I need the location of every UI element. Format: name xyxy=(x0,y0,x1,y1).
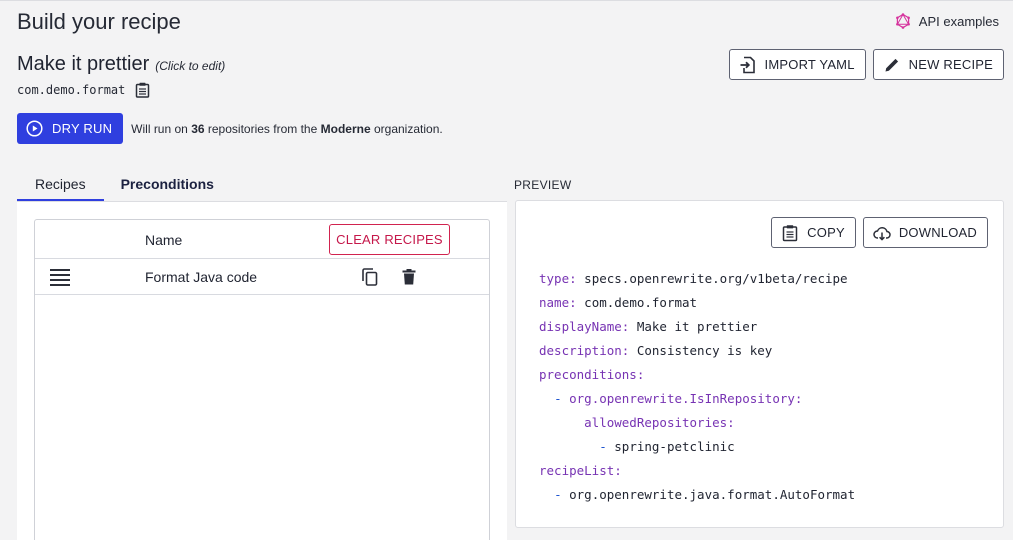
yaml-line: name: com.demo.format xyxy=(539,291,855,315)
yaml-key: recipeList: xyxy=(539,463,622,478)
yaml-value: Consistency is key xyxy=(629,343,773,358)
preview-panel: COPY DOWNLOAD type: specs.openrewrite.or… xyxy=(515,200,1004,528)
yaml-key: description: xyxy=(539,343,630,358)
organization-name: Moderne xyxy=(320,121,371,136)
recipe-id: com.demo.format xyxy=(17,83,126,97)
download-button[interactable]: DOWNLOAD xyxy=(862,217,988,248)
yaml-key: org.openrewrite.IsInRepository: xyxy=(569,391,803,406)
import-icon xyxy=(740,56,755,73)
dry-run-note-middle: repositories from the xyxy=(207,121,318,136)
pencil-icon xyxy=(885,58,898,71)
yaml-line: displayName: Make it prettier xyxy=(539,315,855,339)
import-yaml-label: IMPORT YAML xyxy=(764,57,855,72)
yaml-dash: - xyxy=(554,487,570,502)
yaml-value: org.openrewrite.java.format.AutoFormat xyxy=(569,487,856,502)
yaml-key: name: xyxy=(539,295,577,310)
yaml-line: type: specs.openrewrite.org/v1beta/recip… xyxy=(539,267,855,291)
dry-run-note-suffix: organization. xyxy=(373,121,443,136)
new-recipe-label: NEW RECIPE xyxy=(908,57,993,72)
copy-button[interactable]: COPY xyxy=(771,217,856,248)
recipes-panel: Name CLEAR RECIPES Format Java code xyxy=(17,201,507,540)
tab-recipes[interactable]: Recipes xyxy=(17,171,104,201)
recipe-title[interactable]: Make it prettier xyxy=(17,53,149,76)
yaml-line: - org.openrewrite.java.format.AutoFormat xyxy=(539,483,855,507)
download-label: DOWNLOAD xyxy=(898,225,977,240)
play-circle-icon xyxy=(26,120,43,137)
copy-label: COPY xyxy=(807,225,845,240)
repository-count: 36 xyxy=(191,121,205,136)
yaml-line: recipeList: xyxy=(539,459,855,483)
yaml-line: - org.openrewrite.IsInRepository: xyxy=(539,387,855,411)
cloud-download-icon xyxy=(873,226,891,241)
yaml-value: com.demo.format xyxy=(576,295,698,310)
clipboard-icon xyxy=(782,224,798,241)
column-header-name: Name xyxy=(145,232,183,248)
recipe-tabs: Recipes Preconditions xyxy=(17,171,507,201)
clear-recipes-button[interactable]: CLEAR RECIPES xyxy=(329,224,450,255)
api-examples-label: API examples xyxy=(918,13,999,29)
table-header: Name CLEAR RECIPES xyxy=(35,220,489,259)
dry-run-note: Will run on 36 repositories from the Mod… xyxy=(131,122,443,136)
yaml-value: Make it prettier xyxy=(629,319,758,334)
yaml-key: preconditions: xyxy=(539,367,645,382)
dry-run-label: DRY RUN xyxy=(52,121,113,136)
yaml-preview: type: specs.openrewrite.org/v1beta/recip… xyxy=(539,267,855,507)
tab-preconditions[interactable]: Preconditions xyxy=(104,171,232,201)
new-recipe-button[interactable]: NEW RECIPE xyxy=(872,49,1004,80)
preview-label: PREVIEW xyxy=(514,178,572,192)
yaml-dash: - xyxy=(599,439,615,454)
click-to-edit-hint: (Click to edit) xyxy=(155,59,226,73)
graphql-icon xyxy=(895,13,910,29)
copy-icon[interactable] xyxy=(360,267,380,287)
trash-icon[interactable] xyxy=(399,267,419,287)
yaml-dash: - xyxy=(554,391,570,406)
recipe-id-row: com.demo.format xyxy=(17,82,150,98)
recipes-table: Name CLEAR RECIPES Format Java code xyxy=(34,219,490,540)
yaml-line: description: Consistency is key xyxy=(539,339,855,363)
recipe-row-name: Format Java code xyxy=(145,269,258,285)
drag-handle-icon[interactable] xyxy=(50,269,70,286)
yaml-value: specs.openrewrite.org/v1beta/recipe xyxy=(576,271,848,286)
page-title: Build your recipe xyxy=(17,9,181,34)
clipboard-icon[interactable] xyxy=(135,82,150,98)
recipe-actions: IMPORT YAML NEW RECIPE xyxy=(728,49,1004,80)
import-yaml-button[interactable]: IMPORT YAML xyxy=(728,49,866,80)
dry-run-row: DRY RUN Will run on 36 repositories from… xyxy=(17,113,443,144)
table-row: Format Java code xyxy=(35,259,489,295)
yaml-value: spring-petclinic xyxy=(614,439,735,454)
dry-run-note-prefix: Will run on xyxy=(131,121,188,136)
dry-run-button[interactable]: DRY RUN xyxy=(17,113,124,144)
recipe-title-row[interactable]: Make it prettier (Click to edit) xyxy=(17,53,225,76)
yaml-key: type: xyxy=(539,271,577,286)
yaml-line: allowedRepositories: xyxy=(539,411,855,435)
api-examples-link[interactable]: API examples xyxy=(895,13,999,29)
preview-actions: COPY DOWNLOAD xyxy=(771,217,988,248)
yaml-key: allowedRepositories: xyxy=(584,415,735,430)
yaml-key: displayName: xyxy=(539,319,630,334)
yaml-line: - spring-petclinic xyxy=(539,435,855,459)
yaml-line: preconditions: xyxy=(539,363,855,387)
